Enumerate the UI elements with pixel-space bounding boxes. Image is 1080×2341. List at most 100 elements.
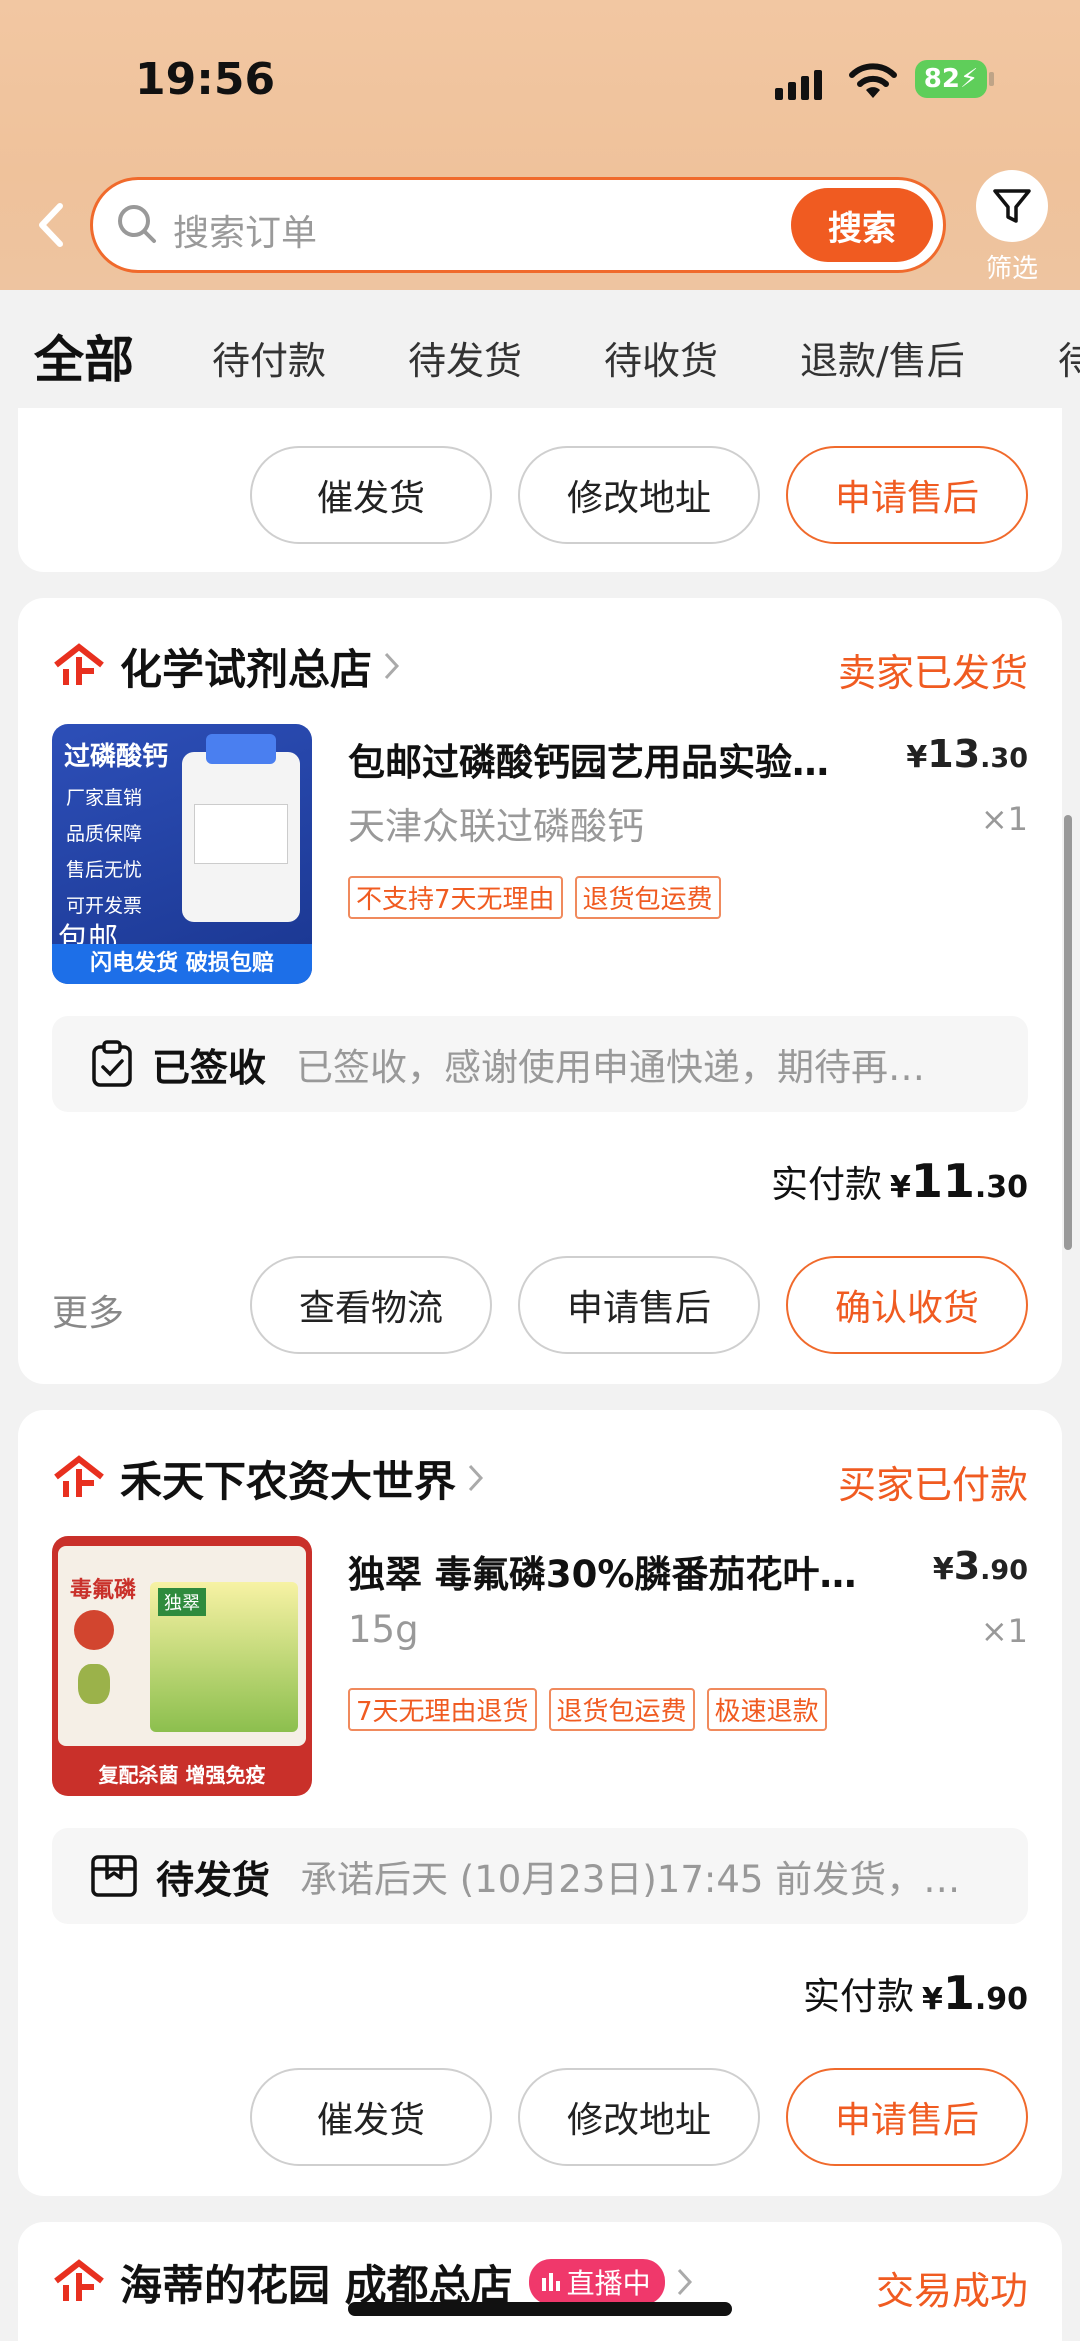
live-label: 直播中 [566, 2267, 651, 2300]
chevron-right-icon [384, 652, 400, 680]
product-thumbnail[interactable]: 过磷酸钙 厂家直销 品质保障 售后无忧 可开发票 包邮 闪电发货 破损包赔 [52, 724, 312, 984]
wifi-icon [849, 63, 897, 98]
tomato-image [74, 1610, 114, 1650]
after-sales-button[interactable]: 申请售后 [786, 446, 1028, 544]
product-price: ¥3.90 [933, 1544, 1028, 1588]
battery-tip [989, 72, 994, 86]
tab-more[interactable]: 待 [1058, 330, 1080, 385]
product-price: ¥13.30 [906, 732, 1028, 776]
price-int: 13 [927, 732, 981, 776]
order-status: 卖家已发货 [837, 651, 1028, 695]
shop-logo-icon [54, 1455, 104, 1497]
back-icon[interactable] [32, 200, 72, 250]
product-title[interactable]: 独翠 毒氟磷30%膦番茄花叶… [348, 1544, 928, 1598]
chevron-right-icon [677, 2268, 692, 2296]
after-sales-button[interactable]: 申请售后 [786, 2068, 1028, 2166]
more-link[interactable]: 更多 [52, 1284, 124, 1336]
product-tags: 不支持7天无理由 退货包运费 [348, 876, 721, 919]
view-logistics-button[interactable]: 查看物流 [250, 1256, 492, 1354]
product-title[interactable]: 包邮过磷酸钙园艺用品实验… [348, 732, 908, 786]
package-image: 独翠 [150, 1582, 298, 1732]
live-badge: 直播中 [528, 2259, 665, 2305]
paid-symbol: ¥ [889, 1170, 911, 1205]
tab-pending-payment[interactable]: 待付款 [212, 330, 326, 385]
package-brand: 独翠 [158, 1588, 206, 1616]
filter-button[interactable]: 筛选 [976, 170, 1048, 284]
change-address-button[interactable]: 修改地址 [518, 446, 760, 544]
header: 19:56 82 ⚡ 搜索订单 搜索 筛选 [0, 0, 1080, 290]
paid-amount: 实付款 ¥11.30 [771, 1154, 1028, 1208]
thumb-title: 过磷酸钙 [64, 742, 169, 772]
service-tag: 极速退款 [706, 1688, 827, 1731]
tab-refund[interactable]: 退款/售后 [800, 330, 965, 385]
shop-name: 化学试剂总店 [120, 644, 373, 694]
shop-logo-icon [54, 2259, 104, 2301]
thumb-title: 毒氟磷 [70, 1578, 137, 1603]
urge-shipment-button[interactable]: 催发货 [250, 2068, 492, 2166]
thumb-footer: 复配杀菌 增强免疫 [98, 1763, 266, 1787]
urge-shipment-button[interactable]: 催发货 [250, 446, 492, 544]
paid-dec: .90 [974, 1982, 1028, 2017]
package-box-icon [91, 1855, 137, 1897]
search-bar[interactable]: 搜索订单 搜索 [90, 177, 946, 273]
thumb-line: 品质保障 [66, 823, 143, 845]
order-tabs: 全部 待付款 待发货 待收货 退款/售后 待 [0, 290, 1080, 408]
paid-int: 11 [910, 1154, 975, 1208]
price-int: 3 [953, 1544, 981, 1588]
bottle-label [194, 804, 288, 864]
thumb-line: 厂家直销 [66, 787, 143, 809]
tab-pending-receipt[interactable]: 待收货 [604, 330, 718, 385]
logistics-info[interactable]: 已签收 已签收，感谢使用申通快递，期待再… [52, 1016, 1028, 1112]
chevron-right-icon [468, 1464, 484, 1492]
service-tag: 退货包运费 [548, 1688, 695, 1731]
signal-icon [775, 66, 822, 100]
thumb-footer: 闪电发货 破损包赔 [52, 944, 312, 984]
price-symbol: ¥ [932, 1552, 954, 1587]
change-address-button[interactable]: 修改地址 [518, 2068, 760, 2166]
bottle-cap [206, 734, 276, 764]
service-tag: 退货包运费 [574, 876, 721, 919]
search-button[interactable]: 搜索 [791, 188, 933, 262]
product-tags: 7天无理由退货 退货包运费 极速退款 [348, 1688, 827, 1731]
tab-all[interactable]: 全部 [34, 320, 134, 392]
paid-amount: 实付款 ¥1.90 [803, 1966, 1028, 2020]
logistics-message: 已签收，感谢使用申通快递，期待再… [296, 1046, 926, 1089]
price-dec: .90 [980, 1555, 1028, 1586]
confirm-receipt-button[interactable]: 确认收货 [786, 1256, 1028, 1354]
thumb-panel: 毒氟磷 独翠 [58, 1546, 306, 1746]
thumb-line: 售后无忧 [66, 859, 143, 881]
product-thumbnail[interactable]: 毒氟磷 独翠 复配杀菌 增强免疫 [52, 1536, 312, 1796]
order-card[interactable]: 禾天下农资大世界 买家已付款 毒氟磷 独翠 复配杀菌 增强免疫 独翠 毒氟磷30… [18, 1410, 1062, 2196]
shop-name: 禾天下农资大世界 [120, 1456, 457, 1506]
price-dec: .30 [980, 743, 1028, 774]
paid-dec: .30 [974, 1170, 1028, 1205]
crop-image [78, 1664, 110, 1704]
product-qty: ×1 [980, 800, 1028, 838]
shop-header[interactable]: 禾天下农资大世界 [52, 1448, 486, 1508]
service-tag: 不支持7天无理由 [348, 876, 563, 919]
logistics-status: 已签收 [152, 1045, 267, 1090]
product-spec: 天津众联过磷酸钙 [348, 805, 644, 848]
paid-label: 实付款 [802, 1975, 914, 2018]
tab-pending-shipment[interactable]: 待发货 [408, 330, 522, 385]
clipboard-check-icon [92, 1040, 132, 1087]
order-card[interactable]: 化学试剂总店 卖家已发货 过磷酸钙 厂家直销 品质保障 售后无忧 可开发票 包邮… [18, 598, 1062, 1384]
search-icon [118, 205, 156, 243]
price-symbol: ¥ [906, 740, 928, 775]
filter-icon [976, 170, 1048, 242]
logistics-info[interactable]: 待发货 承诺后天 (10月23日)17:45 前发货，… [52, 1828, 1028, 1924]
shop-header[interactable]: 化学试剂总店 [52, 636, 402, 696]
home-indicator[interactable] [348, 2302, 732, 2316]
bottle-image [182, 734, 300, 922]
thumb-features: 厂家直销 品质保障 售后无忧 可开发票 [66, 780, 142, 924]
scrollbar[interactable] [1064, 815, 1072, 1250]
order-status: 交易成功 [875, 2269, 1028, 2313]
after-sales-button[interactable]: 申请售后 [518, 1256, 760, 1354]
paid-label: 实付款 [770, 1163, 882, 1206]
service-tag: 7天无理由退货 [348, 1688, 537, 1731]
order-card[interactable]: 海蒂的花园 成都总店 直播中 交易成功 [18, 2222, 1062, 2341]
status-bar: 19:56 82 ⚡ [0, 52, 1080, 112]
shop-logo-icon [54, 643, 104, 685]
search-input[interactable]: 搜索订单 [173, 204, 317, 256]
product-qty: ×1 [980, 1612, 1028, 1650]
